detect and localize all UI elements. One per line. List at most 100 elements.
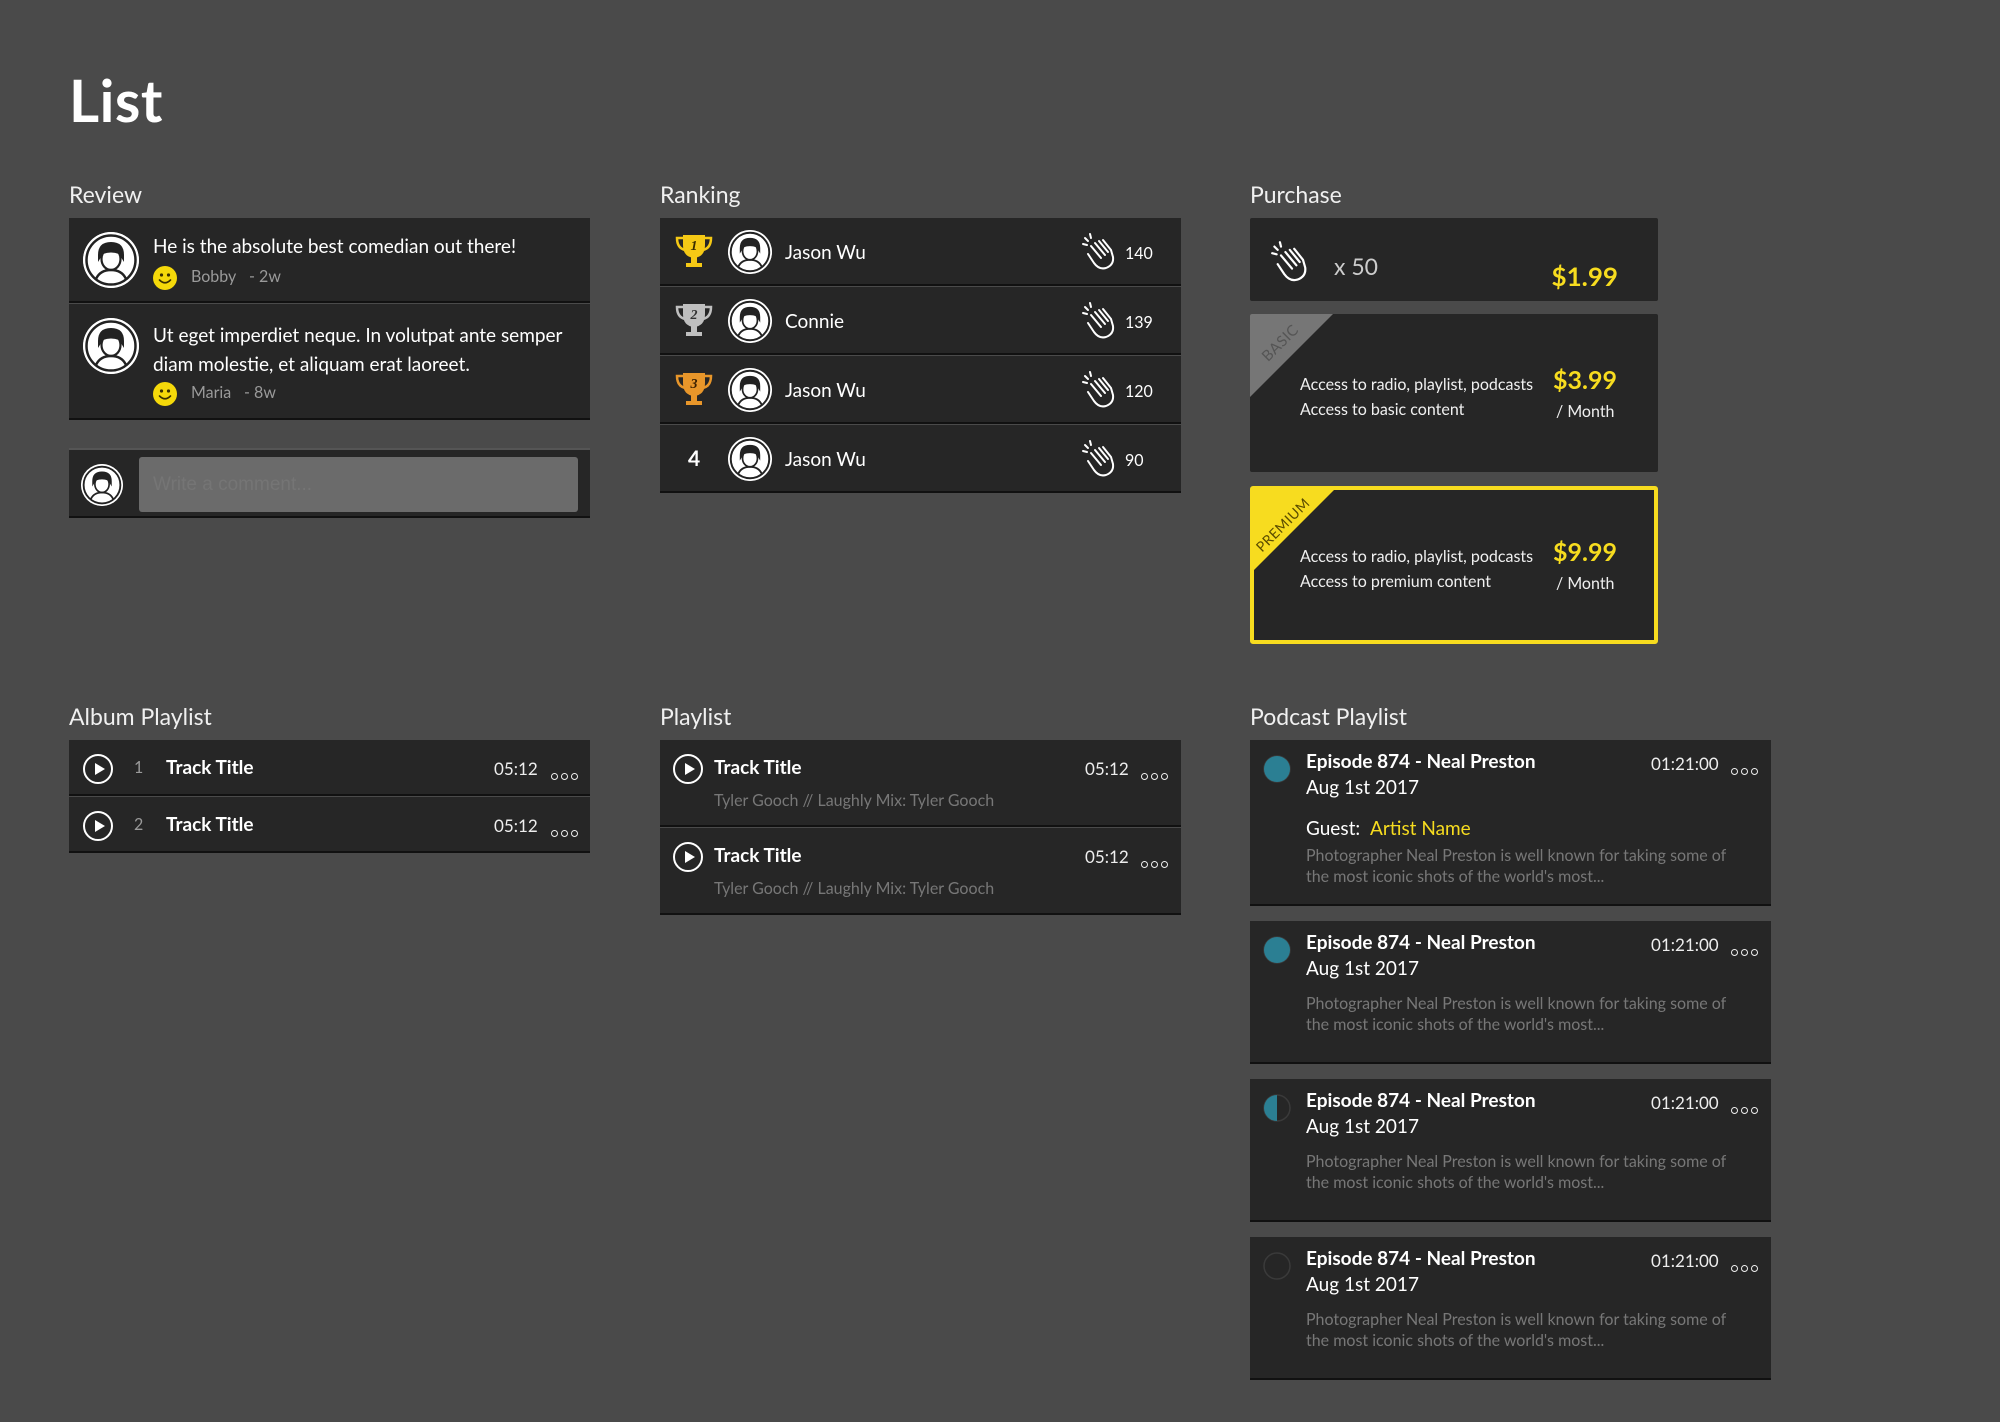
ranking-claps: 90 <box>1125 451 1144 470</box>
review-text: Ut eget imperdiet neque. In volutpat ant… <box>153 324 563 376</box>
avatar-icon <box>81 464 123 506</box>
svg-text:1: 1 <box>691 239 698 254</box>
more-dots-icon[interactable] <box>1141 851 1171 872</box>
more-dots-icon[interactable] <box>551 763 581 784</box>
ranking-row[interactable]: 2 Connie 139 <box>660 287 1181 355</box>
play-icon[interactable] <box>83 811 113 841</box>
avatar-icon <box>728 299 772 343</box>
claps-quantity: x 50 <box>1334 252 1379 280</box>
ranking-section-title: Ranking <box>660 180 741 208</box>
claps-purchase-card[interactable]: x 50 $1.99 <box>1250 218 1658 301</box>
episode-date: Aug 1st 2017 <box>1306 1115 1419 1138</box>
track-subtitle: Tyler Gooch // Laughly Mix: Tyler Gooch <box>714 879 995 898</box>
review-author[interactable]: Maria <box>191 383 231 402</box>
ranking-row[interactable]: 4 Jason Wu 90 <box>660 425 1181 493</box>
avatar-icon <box>83 232 139 288</box>
more-dots-icon[interactable] <box>1141 763 1171 784</box>
album-track-row[interactable]: 1 Track Title 05:12 <box>69 740 590 796</box>
more-dots-icon[interactable] <box>1731 939 1761 960</box>
track-duration: 05:12 <box>494 758 538 779</box>
play-icon[interactable] <box>673 754 703 784</box>
progress-circle-icon <box>1263 936 1291 964</box>
play-icon[interactable] <box>673 842 703 872</box>
review-text: He is the absolute best comedian out the… <box>153 235 517 258</box>
basic-price: $3.99 <box>1553 365 1617 395</box>
track-number: 1 <box>134 758 144 777</box>
track-title: Track Title <box>166 813 254 836</box>
progress-circle-icon <box>1263 755 1291 783</box>
episode-date: Aug 1st 2017 <box>1306 776 1419 799</box>
playlist-section-title: Playlist <box>660 702 732 730</box>
basic-features: Access to radio, playlist, podcasts Acce… <box>1300 375 1534 419</box>
clap-icon <box>1081 232 1121 272</box>
ranking-claps: 140 <box>1125 244 1153 263</box>
avatar-icon <box>728 437 772 481</box>
more-dots-icon[interactable] <box>1731 1255 1761 1276</box>
podcast-episode[interactable]: Episode 874 - Neal Preston Aug 1st 2017 … <box>1250 1079 1771 1222</box>
play-icon[interactable] <box>83 754 113 784</box>
episode-duration: 01:21:00 <box>1651 1250 1719 1271</box>
basic-period: / Month <box>1556 402 1615 421</box>
episode-duration: 01:21:00 <box>1651 934 1719 955</box>
review-time: - 8w <box>244 383 276 402</box>
review-section-title: Review <box>69 180 143 208</box>
ranking-claps: 120 <box>1125 382 1153 401</box>
purchase-section-title: Purchase <box>1250 180 1342 208</box>
comment-input[interactable] <box>139 457 578 512</box>
trophy-icon: 3 <box>675 373 713 405</box>
episode-duration: 01:21:00 <box>1651 1092 1719 1113</box>
avatar-icon <box>728 368 772 412</box>
more-dots-icon[interactable] <box>1731 758 1761 779</box>
ranking-row[interactable]: 1 Jason Wu 140 <box>660 218 1181 286</box>
page-title: List <box>69 66 163 135</box>
svg-text:3: 3 <box>690 377 698 392</box>
track-subtitle: Tyler Gooch // Laughly Mix: Tyler Gooch <box>714 791 995 810</box>
avatar-icon <box>728 230 772 274</box>
podcast-episode[interactable]: Episode 874 - Neal Preston Aug 1st 2017 … <box>1250 1237 1771 1380</box>
podcast-episode[interactable]: Episode 874 - Neal Preston Aug 1st 2017 … <box>1250 740 1771 906</box>
episode-description: Photographer Neal Preston is well known … <box>1306 994 1727 1034</box>
ranking-name: Jason Wu <box>785 448 866 471</box>
episode-duration: 01:21:00 <box>1651 753 1719 774</box>
review-time: - 2w <box>249 267 281 286</box>
guest-name[interactable]: Artist Name <box>1370 817 1471 840</box>
playlist-track-row[interactable]: Track Title Tyler Gooch // Laughly Mix: … <box>660 740 1181 827</box>
review-item: He is the absolute best comedian out the… <box>69 218 590 303</box>
ranking-name: Jason Wu <box>785 379 866 402</box>
clap-icon <box>1081 301 1121 341</box>
episode-title: Episode 874 - Neal Preston <box>1306 1247 1536 1270</box>
ranking-claps: 139 <box>1125 313 1153 332</box>
review-item: Ut eget imperdiet neque. In volutpat ant… <box>69 304 590 420</box>
track-title: Track Title <box>166 756 254 779</box>
episode-description: Photographer Neal Preston is well known … <box>1306 1152 1727 1192</box>
track-duration: 05:12 <box>1085 758 1129 779</box>
episode-date: Aug 1st 2017 <box>1306 957 1419 980</box>
more-dots-icon[interactable] <box>1731 1097 1761 1118</box>
review-author[interactable]: Bobby <box>191 267 236 286</box>
comment-composer <box>69 448 590 518</box>
album-track-row[interactable]: 2 Track Title 05:12 <box>69 797 590 853</box>
podcast-playlist-section-title: Podcast Playlist <box>1250 702 1407 730</box>
ranking-name: Connie <box>785 310 845 333</box>
premium-period: / Month <box>1556 574 1615 593</box>
ranking-row[interactable]: 3 Jason Wu 120 <box>660 356 1181 424</box>
ranking-number: 4 <box>688 446 701 471</box>
svg-text:2: 2 <box>690 308 698 323</box>
ranking-list: 1 Jason Wu 140 2 Connie 139 3 Jason Wu 1… <box>660 218 1181 495</box>
progress-circle-icon <box>1263 1252 1291 1280</box>
premium-plan-card[interactable]: PREMIUM Access to radio, playlist, podca… <box>1250 486 1658 644</box>
episode-title: Episode 874 - Neal Preston <box>1306 931 1536 954</box>
clap-icon <box>1081 370 1121 410</box>
basic-plan-card[interactable]: BASIC Access to radio, playlist, podcast… <box>1250 314 1658 472</box>
track-duration: 05:12 <box>1085 846 1129 867</box>
album-playlist-section-title: Album Playlist <box>69 702 212 730</box>
avatar-icon <box>83 318 139 374</box>
podcast-episode[interactable]: Episode 874 - Neal Preston Aug 1st 2017 … <box>1250 921 1771 1064</box>
episode-description: Photographer Neal Preston is well known … <box>1306 846 1727 886</box>
playlist-track-row[interactable]: Track Title Tyler Gooch // Laughly Mix: … <box>660 828 1181 915</box>
track-title: Track Title <box>714 844 802 867</box>
more-dots-icon[interactable] <box>551 820 581 841</box>
ranking-name: Jason Wu <box>785 241 866 264</box>
track-duration: 05:12 <box>494 815 538 836</box>
premium-features: Access to radio, playlist, podcasts Acce… <box>1300 547 1534 591</box>
